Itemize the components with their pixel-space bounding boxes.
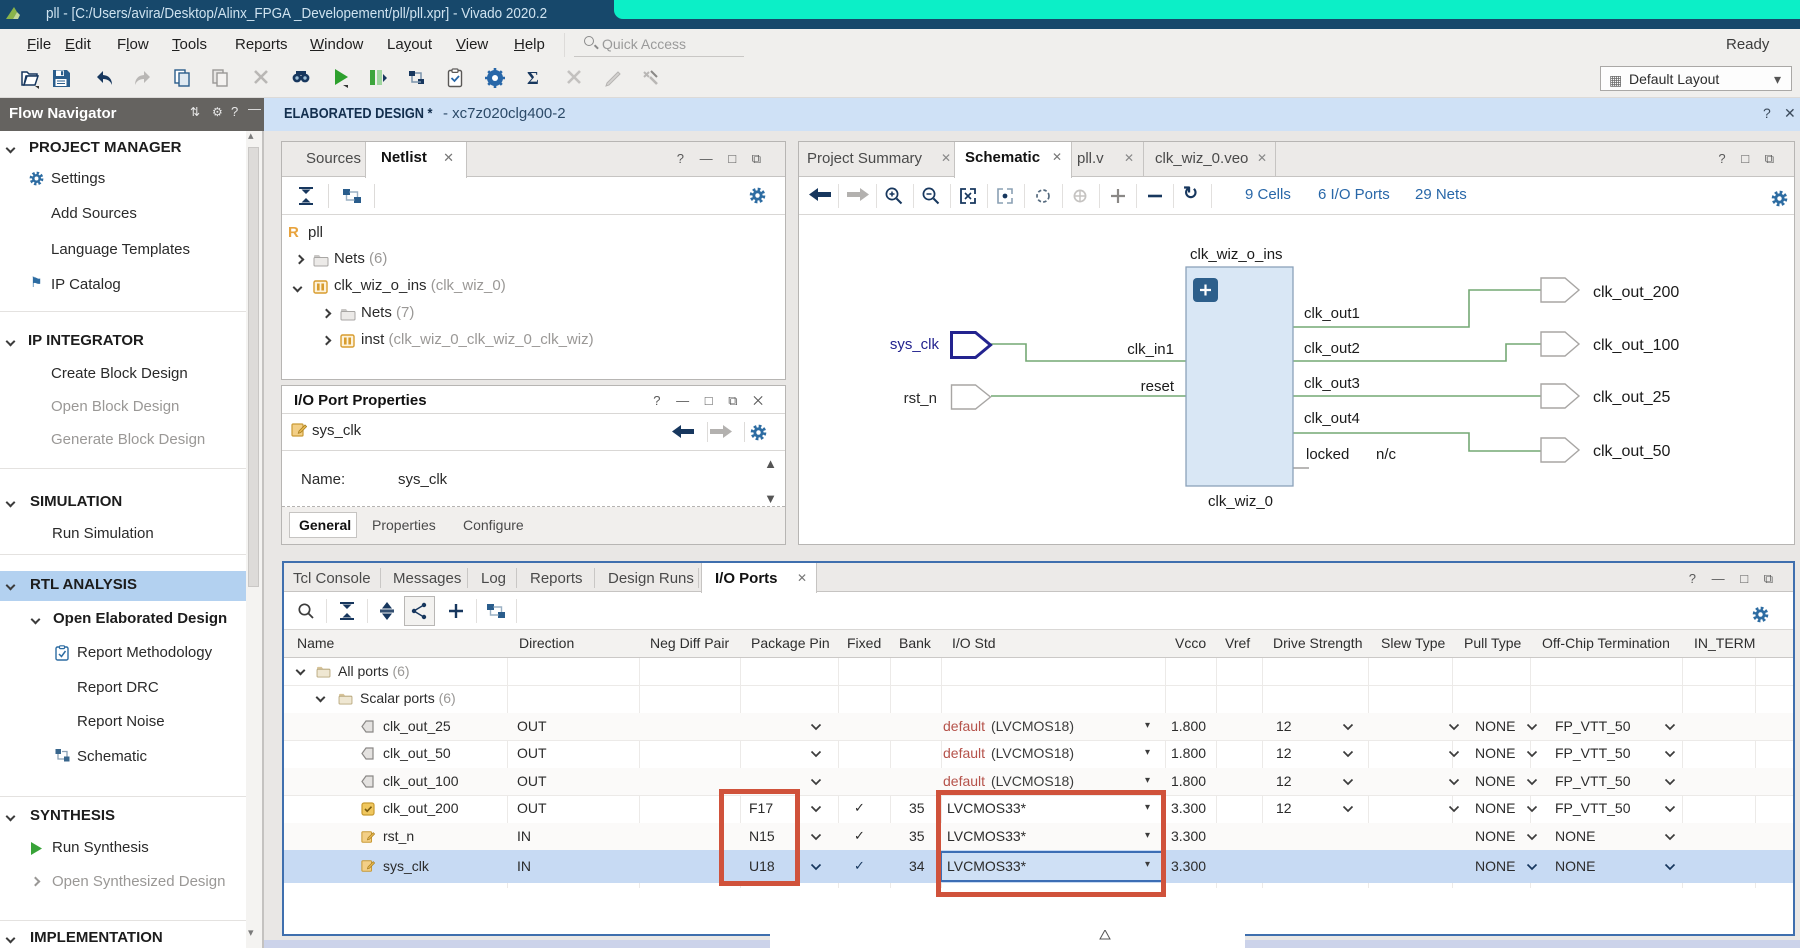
svg-text:clk_out3: clk_out3 <box>1304 375 1360 392</box>
svg-text:clk_out_25: clk_out_25 <box>1593 389 1670 406</box>
svg-text:clk_out_200: clk_out_200 <box>1593 284 1679 301</box>
svg-text:reset: reset <box>1141 378 1175 395</box>
svg-text:clk_wiz_0: clk_wiz_0 <box>1208 493 1273 510</box>
svg-text:locked: locked <box>1306 446 1349 463</box>
svg-text:clk_out1: clk_out1 <box>1304 305 1360 322</box>
svg-text:clk_wiz_o_ins: clk_wiz_o_ins <box>1190 246 1283 263</box>
svg-text:clk_in1: clk_in1 <box>1127 341 1174 358</box>
svg-text:clk_out4: clk_out4 <box>1304 410 1360 427</box>
svg-text:sys_clk: sys_clk <box>890 336 940 353</box>
svg-text:clk_out_50: clk_out_50 <box>1593 443 1670 460</box>
svg-text:rst_n: rst_n <box>904 390 937 407</box>
svg-text:clk_out_100: clk_out_100 <box>1593 337 1679 354</box>
svg-text:clk_out2: clk_out2 <box>1304 340 1360 357</box>
svg-text:n/c: n/c <box>1376 446 1397 463</box>
svg-text:Σ: Σ <box>527 68 539 88</box>
